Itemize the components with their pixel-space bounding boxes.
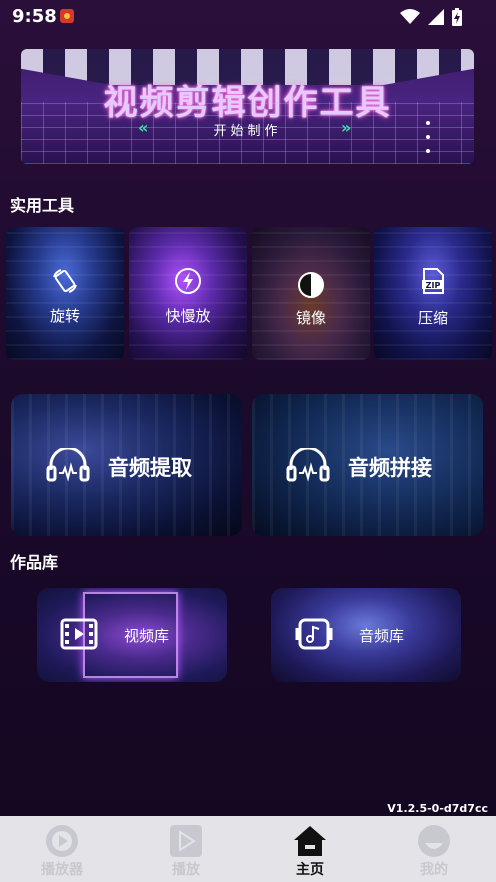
svg-text:ZIP: ZIP	[426, 281, 441, 290]
arrow-right-icon: »	[341, 118, 352, 137]
mirror-tool-label: 镜像	[295, 309, 326, 327]
bottom-nav: 播放器 播放 主页 我的	[0, 816, 496, 882]
audio-join-label: 音频拼接	[348, 456, 432, 480]
audio-join-tile[interactable]: 音频拼接	[252, 394, 483, 536]
audio-extract-label: 音频提取	[108, 456, 192, 480]
video-library-label: 视频库	[124, 627, 170, 645]
start-creating-banner[interactable]: 视频剪辑创作工具 « 开始制作 »	[21, 49, 474, 164]
video-library-tile[interactable]: 视频库	[37, 588, 227, 682]
compress-tool-tile[interactable]: ZIP 压缩	[374, 227, 492, 360]
wifi-icon	[400, 9, 420, 24]
rotate-icon	[53, 269, 77, 293]
nav-label-mine: 我的	[420, 862, 448, 878]
status-time: 9:58	[12, 6, 57, 27]
film-icon	[60, 618, 98, 650]
speed-tool-label: 快慢放	[165, 307, 211, 325]
profile-icon	[418, 825, 450, 857]
works-section-title: 作品库	[10, 553, 59, 572]
nav-label-home: 主页	[296, 862, 324, 878]
nav-item-home[interactable]: 主页	[248, 816, 372, 882]
music-note-icon	[295, 618, 333, 650]
battery-charging-icon	[452, 8, 462, 26]
nav-label-play: 播放	[172, 862, 200, 878]
zip-icon: ZIP	[422, 268, 444, 294]
compress-tool-label: 压缩	[417, 309, 448, 327]
nav-item-play[interactable]: 播放	[124, 816, 248, 882]
nav-label-player: 播放器	[41, 862, 83, 878]
rotate-tool-tile[interactable]: 旋转	[6, 227, 124, 360]
audio-library-tile[interactable]: 音频库	[271, 588, 461, 682]
version-text: V1.2.5-0-d7d7cc	[387, 802, 488, 815]
banner-title: 视频剪辑创作工具	[103, 83, 392, 123]
signal-icon	[428, 9, 444, 25]
status-indicators	[400, 8, 462, 26]
status-bar: 9:58	[0, 0, 496, 34]
banner-subtitle: 开始制作	[213, 124, 282, 139]
headphones-icon	[46, 448, 90, 482]
play-circle-icon	[46, 825, 78, 857]
speed-tool-tile[interactable]: 快慢放	[129, 227, 247, 360]
play-square-icon	[170, 825, 202, 857]
banner-dots-decoration	[426, 121, 432, 163]
nav-item-player[interactable]: 播放器	[0, 816, 124, 882]
audio-library-label: 音频库	[359, 627, 405, 645]
mirror-icon	[298, 272, 324, 298]
app-notification-icon	[60, 9, 74, 23]
nav-item-mine[interactable]: 我的	[372, 816, 496, 882]
home-icon	[294, 826, 326, 856]
headphones-icon	[286, 448, 330, 482]
tools-section-title: 实用工具	[10, 196, 75, 215]
mirror-tool-tile[interactable]: 镜像	[252, 227, 370, 360]
rotate-tool-label: 旋转	[49, 307, 80, 325]
audio-extract-tile[interactable]: 音频提取	[11, 394, 242, 536]
speed-icon	[175, 268, 201, 294]
